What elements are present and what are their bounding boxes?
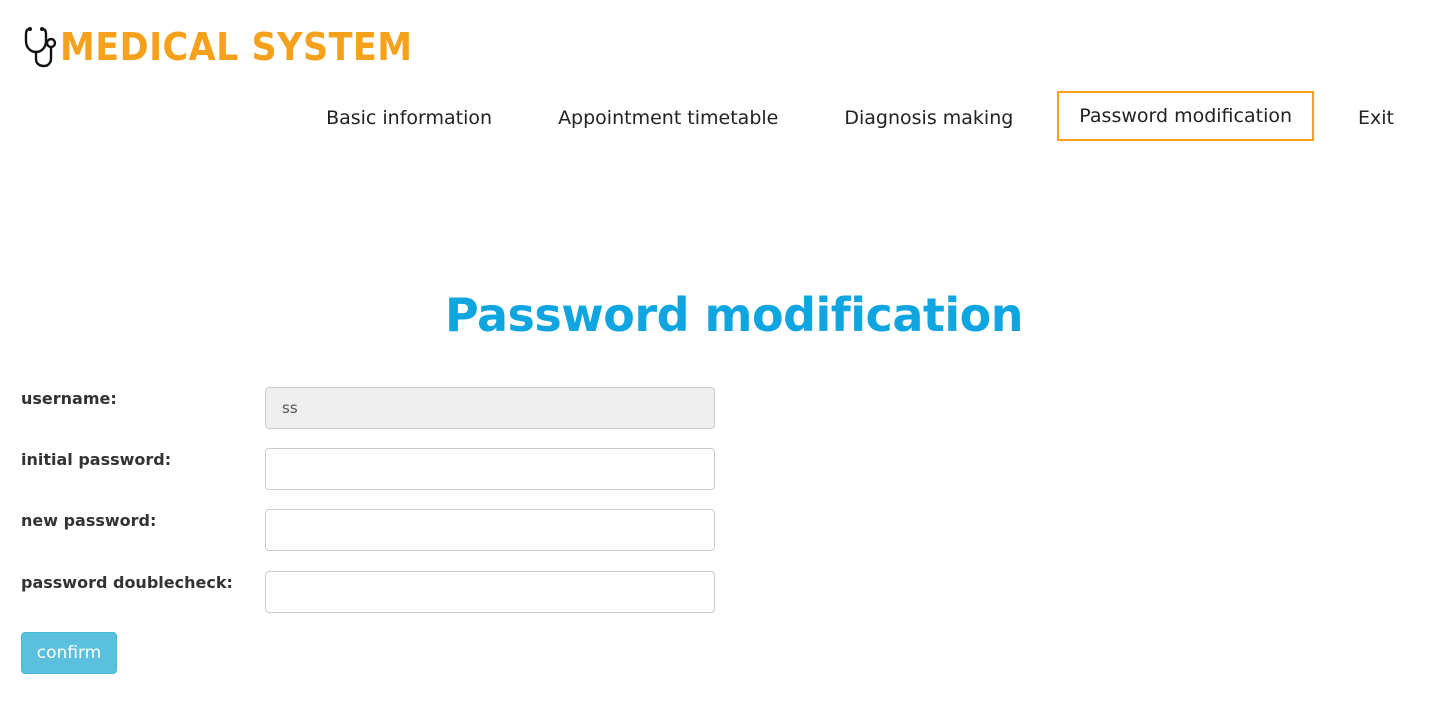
username-field[interactable] <box>265 387 715 429</box>
nav-item-password-modification[interactable]: Password modification <box>1057 91 1315 141</box>
initial-password-label: initial password: <box>21 450 172 469</box>
new-password-field[interactable] <box>265 509 715 551</box>
confirm-button[interactable]: confirm <box>21 632 117 674</box>
nav-item-diagnosis-making[interactable]: Diagnosis making <box>822 93 1035 139</box>
page: MEDICAL SYSTEM Basic information Appoint… <box>0 0 1430 716</box>
password-doublecheck-label: password doublecheck: <box>21 573 233 592</box>
stethoscope-icon <box>22 25 58 69</box>
nav-item-appointment-timetable[interactable]: Appointment timetable <box>536 93 800 139</box>
username-label: username: <box>21 389 117 408</box>
brand-logo[interactable]: MEDICAL SYSTEM <box>22 24 443 70</box>
initial-password-field[interactable] <box>265 448 715 490</box>
main-nav: Basic information Appointment timetable … <box>282 91 1416 141</box>
brand-name: MEDICAL SYSTEM <box>60 25 413 69</box>
page-title: Password modification <box>445 288 1023 342</box>
password-doublecheck-field[interactable] <box>265 571 715 613</box>
nav-item-basic-information[interactable]: Basic information <box>304 93 514 139</box>
nav-item-exit[interactable]: Exit <box>1336 93 1416 139</box>
new-password-label: new password: <box>21 511 157 530</box>
